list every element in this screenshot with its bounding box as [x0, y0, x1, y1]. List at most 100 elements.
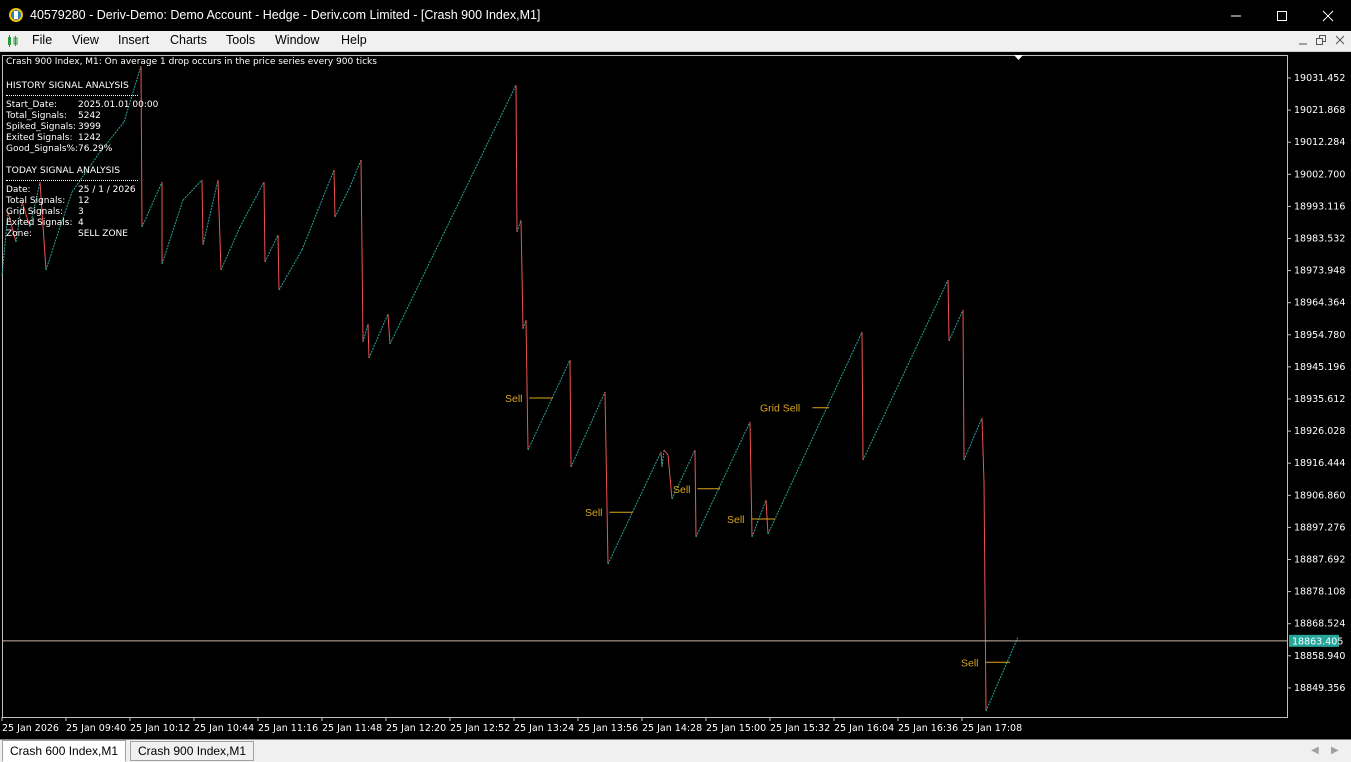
price-rise-segment	[948, 309, 964, 342]
time-tick-label: 25 Jan 09:40	[66, 723, 126, 734]
mdi-close-icon[interactable]	[1334, 34, 1346, 46]
price-drop-segment	[983, 481, 987, 712]
price-drop-segment	[277, 234, 280, 291]
price-rise-segment	[767, 331, 863, 535]
menu-tools[interactable]: Tools	[226, 33, 255, 47]
menu-help[interactable]: Help	[341, 33, 367, 47]
chart-tab-bar: Crash 600 Index,M1 Crash 900 Index,M1 ◀ …	[0, 739, 1351, 762]
price-tick-label: 19031.452	[1294, 73, 1345, 84]
price-drop-segment	[667, 454, 673, 500]
today-row: Date: 25 / 1 / 2026	[6, 185, 136, 195]
signal-label: Sell	[673, 484, 691, 496]
price-rise-segment	[607, 451, 662, 565]
price-drop-segment	[861, 331, 864, 461]
price-drop-segment	[749, 421, 753, 538]
chart-window-icon[interactable]	[6, 34, 20, 48]
history-row: Exited Signals: 1242	[6, 133, 101, 143]
menu-charts[interactable]: Charts	[170, 33, 207, 47]
signal-label: Sell	[505, 393, 523, 405]
mdi-restore-icon[interactable]	[1315, 34, 1327, 46]
close-button[interactable]	[1305, 0, 1351, 31]
mdi-minimize-icon[interactable]	[1297, 34, 1309, 46]
time-tick-label: 25 Jan 11:16	[258, 723, 318, 734]
time-tick-label: 25 Jan 13:56	[578, 723, 638, 734]
price-rise-segment	[389, 84, 517, 345]
time-tick-label: 25 Jan 15:00	[706, 723, 766, 734]
price-rise-segment	[362, 323, 369, 343]
price-tick-label: 18868.524	[1294, 619, 1345, 630]
tab-crash-900[interactable]: Crash 900 Index,M1	[130, 741, 255, 761]
minimize-button[interactable]	[1213, 0, 1259, 31]
price-rise-segment	[278, 249, 303, 291]
price-rise-segment	[862, 279, 949, 461]
price-rise-segment	[963, 417, 983, 461]
close-icon	[1322, 10, 1334, 22]
metatrader-app-icon	[9, 8, 23, 22]
today-title: TODAY SIGNAL ANALYSIS	[6, 165, 121, 176]
price-rise-segment	[368, 313, 389, 359]
time-tick-label: 25 Jan 16:36	[898, 723, 958, 734]
window-title: 40579280 - Deriv-Demo: Demo Account - He…	[30, 8, 541, 22]
price-drop-segment	[520, 219, 524, 330]
today-separator	[6, 179, 138, 181]
price-drop-segment	[765, 499, 769, 535]
history-row: Spiked_Signals: 3999	[6, 122, 101, 132]
menu-bar: File View Insert Charts Tools Window Hel…	[0, 31, 1351, 52]
signal-label: Sell	[727, 514, 745, 526]
chart-area[interactable]: 19031.452 19021.868 19012.284 19002.700 1899…	[0, 52, 1351, 738]
maximize-icon	[1277, 11, 1287, 21]
price-drop-segment	[981, 417, 985, 483]
signal-label: Grid Sell	[760, 403, 800, 415]
today-row: Total Signals: 12	[6, 196, 90, 206]
time-tick-label: 25 Jan 11:48	[322, 723, 382, 734]
minimize-icon	[1231, 15, 1241, 17]
price-drop-segment	[569, 359, 572, 468]
price-tick-label: 18916.444	[1294, 458, 1345, 469]
time-tick-label: 25 Jan 12:20	[386, 723, 446, 734]
price-drop-segment	[387, 313, 391, 345]
history-separator	[6, 94, 138, 96]
time-tick-label: 25 Jan 16:04	[834, 723, 894, 734]
price-drop-segment	[604, 391, 609, 565]
today-row: Exited Signals: 4	[6, 218, 84, 228]
history-row: Start_Date: 2025.01.01 00:00	[6, 100, 159, 110]
tab-scroll-right-icon[interactable]: ▶	[1331, 745, 1339, 756]
price-tick-label: 18906.860	[1294, 490, 1345, 501]
price-drop-segment	[663, 449, 669, 456]
chart-shift-marker	[1014, 55, 1023, 60]
history-row: Total_Signals: 5242	[6, 111, 101, 121]
price-tick-label: 18926.028	[1294, 426, 1345, 437]
tab-scroll-left-icon[interactable]: ◀	[1311, 745, 1319, 756]
price-tick-label: 19002.700	[1294, 169, 1345, 180]
price-tick-label: 18849.356	[1294, 683, 1345, 694]
menu-file[interactable]: File	[32, 33, 52, 47]
today-row: Grid Signals: 3	[6, 207, 84, 217]
menu-insert[interactable]: Insert	[118, 33, 149, 47]
time-tick-label: 25 Jan 10:44	[194, 723, 254, 734]
chart-header: Crash 900 Index, M1: On average 1 drop o…	[6, 57, 377, 67]
price-drop-segment	[694, 449, 697, 538]
tab-crash-600[interactable]: Crash 600 Index,M1	[2, 740, 127, 762]
price-drop-segment	[947, 279, 950, 342]
menu-view[interactable]: View	[72, 33, 99, 47]
price-rise-segment	[527, 359, 571, 451]
history-title: HISTORY SIGNAL ANALYSIS	[6, 80, 129, 91]
price-tick-label: 18887.692	[1294, 555, 1345, 566]
price-tick-label: 19012.284	[1294, 137, 1345, 148]
price-rise-segment	[570, 391, 606, 468]
price-tick-label: 18964.364	[1294, 298, 1345, 309]
title-bar: 40579280 - Deriv-Demo: Demo Account - He…	[0, 0, 1351, 32]
signal-label: Sell	[585, 507, 603, 519]
price-tick-label: 18993.116	[1294, 201, 1345, 212]
current-price-label: 18863.405	[1292, 636, 1343, 647]
time-tick-label: 25 Jan 10:12	[130, 723, 190, 734]
signal-info-panel: Crash 900 Index, M1: On average 1 drop o…	[6, 57, 377, 240]
menu-window[interactable]: Window	[275, 33, 319, 47]
maximize-button[interactable]	[1259, 0, 1305, 31]
history-row: Good_Signals%:76.29%	[6, 144, 113, 154]
time-tick-label: 25 Jan 13:24	[514, 723, 574, 734]
price-drop-segment	[515, 84, 518, 233]
signal-label: Sell	[961, 657, 979, 669]
price-tick-label: 18897.276	[1294, 522, 1345, 533]
time-tick-label: 25 Jan 15:32	[770, 723, 830, 734]
